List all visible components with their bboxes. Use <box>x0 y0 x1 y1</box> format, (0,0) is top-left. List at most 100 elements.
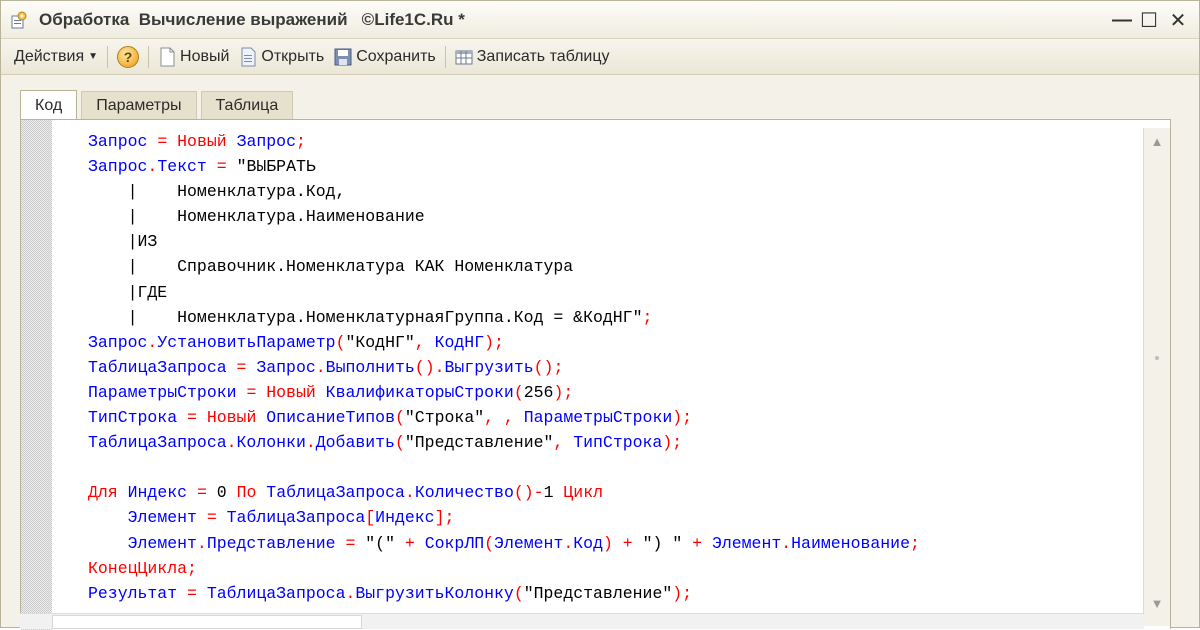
code-token: ); <box>672 583 693 603</box>
code-token: . <box>196 533 207 553</box>
maximize-button[interactable]: ☐ <box>1136 7 1162 33</box>
new-button[interactable]: Новый <box>153 43 234 71</box>
toolbar-divider <box>107 45 109 68</box>
new-document-icon <box>160 47 175 66</box>
code-token: ТаблицаЗапроса <box>88 357 227 377</box>
tab-bar: Код Параметры Таблица <box>20 90 297 120</box>
processing-window: Обработка Вычисление выражений ©Life1C.R… <box>0 0 1200 630</box>
code-line: | Номенклатура.НоменклатурнаяГруппа.Код … <box>88 305 1140 330</box>
close-button[interactable]: ✕ <box>1165 7 1191 33</box>
code-token: |ИЗ <box>88 232 158 252</box>
code-line: ТаблицаЗапроса.Колонки.Добавить("Предста… <box>88 430 1140 455</box>
code-text[interactable]: Запрос = Новый Запрос; Запрос.Текст = "ВЫ… <box>88 129 1140 606</box>
code-token: Запрос <box>88 332 148 352</box>
code-token: Новый <box>206 408 257 428</box>
code-token: "Строка" <box>404 408 485 428</box>
horizontal-scrollbar[interactable] <box>20 613 1144 629</box>
code-line: ПараметрыСтроки = Новый КвалификаторыСтр… <box>88 380 1140 405</box>
code-token: 1 <box>543 483 554 503</box>
scroll-up-icon[interactable]: ▲ <box>1144 128 1170 154</box>
code-token: | Номенклатура.Код, <box>88 182 346 202</box>
code-token: 256 <box>523 382 554 402</box>
code-editor[interactable]: Запрос = Новый Запрос; Запрос.Текст = "ВЫ… <box>20 119 1171 630</box>
code-token: ; <box>642 307 653 327</box>
code-line: | Справочник.Номенклатура КАК Номенклату… <box>88 254 1140 279</box>
code-token: "Представление" <box>404 433 554 453</box>
code-token: + <box>622 533 633 553</box>
code-token: ПараметрыСтроки <box>88 382 237 402</box>
code-line: ТипСтрока = Новый ОписаниеТипов("Строка"… <box>88 405 1140 430</box>
code-token: ; <box>187 558 197 578</box>
tab-table[interactable]: Таблица <box>200 91 294 119</box>
code-line: ТаблицаЗапроса = Запрос.Выполнить().Выгр… <box>88 355 1140 380</box>
code-line: Результат = ТаблицаЗапроса.ВыгрузитьКоло… <box>88 581 1140 606</box>
code-token: Индекс <box>375 508 435 528</box>
code-line: |ГДЕ <box>88 280 1140 305</box>
code-token: = <box>236 357 247 377</box>
processing-icon <box>11 11 27 29</box>
code-token: "(" <box>365 533 395 553</box>
code-token: ТаблицаЗапроса <box>206 583 346 603</box>
code-token: ()- <box>513 483 544 503</box>
code-token: ( <box>513 382 524 402</box>
code-token: , <box>414 332 435 352</box>
code-line: | Номенклатура.Наименование <box>88 204 1140 229</box>
actions-menu-button[interactable]: Действия ▼ <box>9 43 103 71</box>
save-button[interactable]: Сохранить <box>329 43 441 71</box>
minimize-button[interactable]: — <box>1109 7 1135 33</box>
code-token: ") " <box>642 533 683 553</box>
toolbar-divider <box>444 45 446 68</box>
chevron-down-icon: ▼ <box>88 51 99 62</box>
help-button[interactable]: ? <box>112 43 144 71</box>
code-token: ); <box>672 408 693 428</box>
code-token: Для <box>88 483 118 503</box>
code-line: | Номенклатура.Код, <box>88 179 1140 204</box>
toolbar-divider <box>148 45 150 68</box>
tab-code[interactable]: Код <box>20 90 78 120</box>
code-token: = <box>216 157 227 177</box>
write-table-button[interactable]: Записать таблицу <box>450 43 615 71</box>
scroll-down-icon[interactable]: ▼ <box>1144 590 1170 616</box>
code-token: Колонки <box>236 433 306 453</box>
open-button[interactable]: Открыть <box>234 43 329 71</box>
horizontal-scroll-thumb[interactable] <box>52 615 362 629</box>
code-token: "Представление" <box>523 583 673 603</box>
save-icon <box>334 48 352 65</box>
code-token: (). <box>414 357 445 377</box>
code-token: Новый <box>266 382 316 402</box>
scroll-thumb[interactable] <box>1155 356 1159 360</box>
code-token: , <box>553 433 574 453</box>
code-token: ); <box>662 433 683 453</box>
vertical-scrollbar[interactable]: ▲ ▼ <box>1143 128 1170 626</box>
tab-parameters[interactable]: Параметры <box>81 91 197 119</box>
code-token: Запрос <box>88 157 148 177</box>
code-token: Элемент <box>711 533 782 553</box>
code-token: Элемент <box>127 508 197 528</box>
code-token: + <box>404 533 415 553</box>
code-token: Код <box>573 533 603 553</box>
code-token: ПараметрыСтроки <box>523 408 673 428</box>
code-token: Запрос <box>88 132 148 151</box>
code-line: Запрос = Новый Запрос; <box>88 129 1140 154</box>
code-token: Добавить <box>315 433 395 453</box>
code-token: | Номенклатура.Наименование <box>88 207 425 227</box>
code-token: ТипСтрока <box>573 433 663 453</box>
window-title: Обработка Вычисление выражений ©Life1C.R… <box>39 10 465 29</box>
code-token: + <box>692 533 703 553</box>
code-token: Количество <box>414 483 514 503</box>
